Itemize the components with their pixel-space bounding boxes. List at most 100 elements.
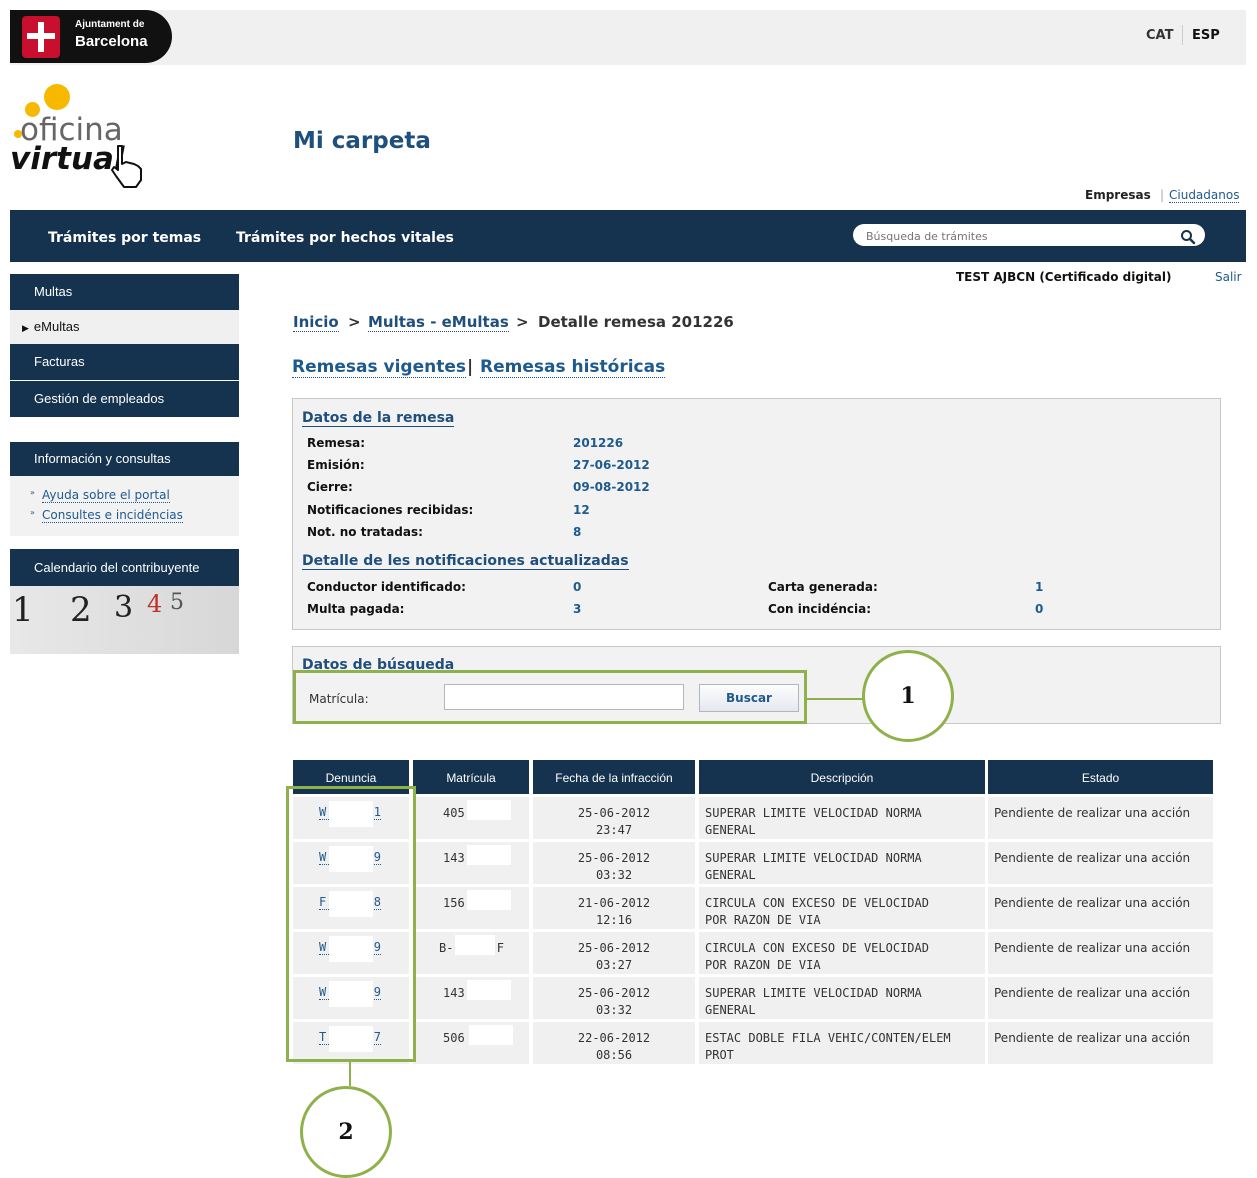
- remesa-section-title: Datos de la remesa: [302, 410, 455, 427]
- ciudadanos-link[interactable]: Ciudadanos: [1169, 188, 1240, 203]
- sidebar-item-gestion[interactable]: Gestión de empleados: [10, 381, 239, 417]
- user-name: TEST AJBCN (Certificado digital): [956, 270, 1172, 284]
- lang-esp-link[interactable]: ESP: [1192, 28, 1220, 43]
- incidencia-value: 0: [1035, 602, 1044, 616]
- barcelona-emblem-icon: [22, 16, 60, 58]
- emision-value: 27-06-2012: [573, 458, 650, 472]
- denuncia-column-highlight: [286, 786, 416, 1062]
- carta-label: Carta generada:: [768, 580, 878, 594]
- nav-tramites-temas[interactable]: Trámites por temas: [48, 230, 201, 246]
- descripcion-cell: CIRCULA CON EXCESO DE VELOCIDAD POR RAZON…: [699, 887, 985, 929]
- search-highlight-box: [293, 670, 807, 724]
- matricula-cell: 143: [413, 842, 529, 884]
- incidencia-label: Con incidéncia:: [768, 602, 872, 616]
- remesa-value: 201226: [573, 436, 624, 450]
- callout-connector: [349, 1062, 351, 1086]
- sidebar-item-emultas[interactable]: ▶ eMultas: [10, 310, 239, 344]
- lang-divider: [1182, 25, 1183, 45]
- sidebar-info-title: Información y consultas: [10, 442, 239, 476]
- col-header-descripcion: Descripción: [699, 760, 985, 794]
- matricula-cell: 156: [413, 887, 529, 929]
- calendar-number: 5: [170, 590, 184, 615]
- no-tratadas-value: 8: [573, 525, 582, 539]
- descripcion-cell: SUPERAR LIMITE VELOCIDAD NORMA GENERAL: [699, 977, 985, 1019]
- logo-line1: Ajuntament de: [75, 19, 145, 30]
- caret-right-icon: ▶: [22, 323, 29, 333]
- emision-label: Emisión:: [307, 458, 365, 472]
- info-links-box: » Ayuda sobre el portal » Consultes e in…: [10, 476, 239, 536]
- tab-remesas-historicas[interactable]: Remesas históricas: [480, 357, 666, 378]
- matricula-cell: 405: [413, 797, 529, 839]
- audience-separator: |: [1160, 188, 1165, 202]
- breadcrumb-multas[interactable]: Multas - eMultas: [368, 313, 509, 332]
- descripcion-cell: SUPERAR LIMITE VELOCIDAD NORMA GENERAL: [699, 797, 985, 839]
- calendar-image[interactable]: 1 2 3 4 5: [10, 586, 239, 654]
- matricula-cell: 143: [413, 977, 529, 1019]
- sidebar-item-facturas[interactable]: Facturas: [10, 344, 239, 380]
- pagada-value: 3: [573, 602, 582, 616]
- carta-value: 1: [1035, 580, 1044, 594]
- redaction-mask: [467, 980, 511, 1000]
- calendar-number: 3: [114, 590, 134, 625]
- cierre-value: 09-08-2012: [573, 480, 650, 494]
- col-header-estado: Estado: [988, 760, 1213, 794]
- info-link-consultes[interactable]: Consultes e incidéncias: [42, 508, 183, 523]
- recibidas-value: 12: [573, 503, 590, 517]
- conductor-value: 0: [573, 580, 582, 594]
- matricula-cell: 506: [413, 1022, 529, 1064]
- redaction-mask: [469, 1025, 513, 1045]
- logo-line2: Barcelona: [75, 33, 148, 50]
- sidebar-item-multas[interactable]: Multas: [10, 274, 239, 310]
- estado-cell: Pendiente de realizar una acción: [988, 887, 1213, 929]
- descripcion-cell: CIRCULA CON EXCESO DE VELOCIDAD POR RAZON…: [699, 932, 985, 974]
- tab-remesas-vigentes[interactable]: Remesas vigentes: [292, 357, 466, 378]
- logout-link[interactable]: Salir: [1215, 270, 1242, 284]
- search-input[interactable]: [866, 228, 1176, 244]
- estado-cell: Pendiente de realizar una acción: [988, 797, 1213, 839]
- remesa-label: Remesa:: [307, 436, 366, 450]
- descripcion-cell: SUPERAR LIMITE VELOCIDAD NORMA GENERAL: [699, 842, 985, 884]
- sidebar-item-emultas-label: eMultas: [33, 319, 80, 334]
- fecha-cell: 25-06-2012 03:32: [533, 977, 695, 1019]
- breadcrumb-separator: >: [348, 313, 361, 331]
- redaction-mask: [467, 890, 511, 910]
- fecha-cell: 22-06-2012 08:56: [533, 1022, 695, 1064]
- calendar-number: 1: [12, 590, 34, 630]
- breadcrumb-current: Detalle remesa 201226: [538, 313, 734, 331]
- pagada-label: Multa pagada:: [307, 602, 405, 616]
- fecha-cell: 25-06-2012 03:32: [533, 842, 695, 884]
- cierre-label: Cierre:: [307, 480, 353, 494]
- conductor-label: Conductor identificado:: [307, 580, 466, 594]
- col-header-fecha: Fecha de la infracción: [533, 760, 695, 794]
- info-link-ayuda[interactable]: Ayuda sobre el portal: [42, 488, 170, 503]
- callout-2: 2: [300, 1086, 392, 1178]
- redaction-mask: [467, 845, 511, 865]
- estado-cell: Pendiente de realizar una acción: [988, 1022, 1213, 1064]
- fecha-cell: 25-06-2012 23:47: [533, 797, 695, 839]
- callout-connector: [807, 698, 863, 700]
- matricula-cell: B- F: [413, 932, 529, 974]
- hand-pointer-icon: [111, 145, 142, 188]
- col-header-matricula: Matrícula: [413, 760, 529, 794]
- fecha-cell: 21-06-2012 12:16: [533, 887, 695, 929]
- empresas-label[interactable]: Empresas: [1085, 188, 1151, 202]
- logo-dot-large: [44, 84, 70, 110]
- search-icon[interactable]: [1180, 229, 1196, 245]
- breadcrumb-separator: >: [516, 313, 529, 331]
- detalle-section-title: Detalle de les notificaciones actualizad…: [302, 553, 629, 570]
- top-bar: [10, 10, 1246, 65]
- estado-cell: Pendiente de realizar una acción: [988, 977, 1213, 1019]
- redaction-mask: [467, 800, 511, 820]
- callout-1: 1: [862, 650, 954, 742]
- fecha-cell: 25-06-2012 03:27: [533, 932, 695, 974]
- breadcrumb-inicio[interactable]: Inicio: [293, 313, 339, 332]
- sidebar-calendar-title[interactable]: Calendario del contribuyente: [10, 549, 239, 586]
- nav-tramites-hechos[interactable]: Trámites por hechos vitales: [236, 230, 454, 246]
- lang-cat-link[interactable]: CAT: [1146, 28, 1173, 43]
- estado-cell: Pendiente de realizar una acción: [988, 842, 1213, 884]
- bullet-icon: »: [30, 508, 35, 517]
- redaction-mask: [455, 935, 495, 955]
- calendar-number: 4: [147, 590, 163, 618]
- bullet-icon: »: [30, 488, 35, 497]
- page-title: Mi carpeta: [293, 128, 431, 154]
